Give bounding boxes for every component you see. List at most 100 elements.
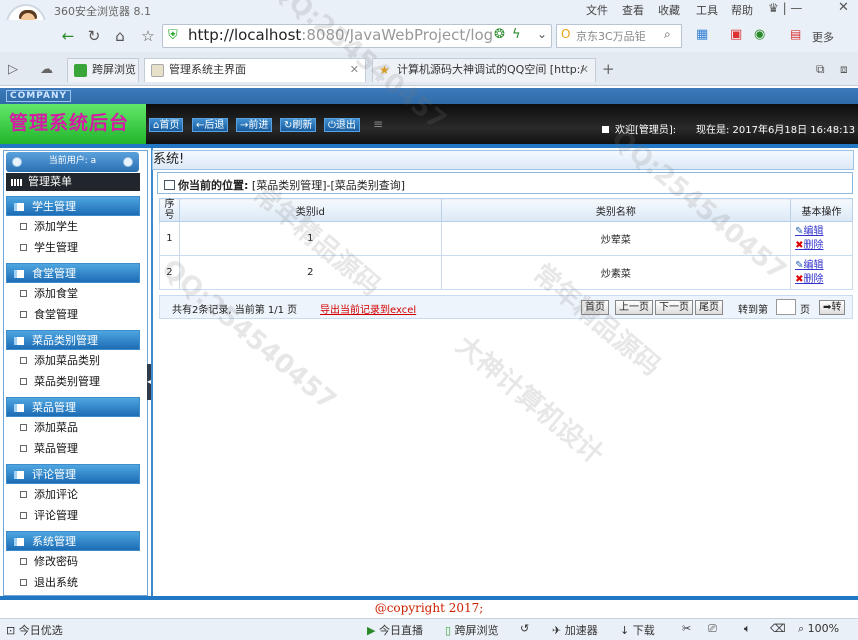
url-dropdown-icon[interactable]: ⌄ [537,27,547,41]
home-icon[interactable]: ⌂ [110,26,130,46]
search-icon[interactable]: ⌕ [664,27,671,42]
cell-ops: ✎编辑 ✖删除 [790,255,853,290]
lightning-icon[interactable]: ϟ [512,27,521,42]
col-header-name: 类别名称 [440,198,792,222]
next-page-button[interactable]: 下一页 [655,300,693,315]
menu-item[interactable]: 添加菜品类别 [7,350,139,371]
browser-statusbar [0,618,858,640]
status-recommend[interactable]: ⊡ 今日优选 [6,622,63,638]
status-refresh-icon[interactable]: ↺ [520,622,529,635]
status-cut-icon[interactable]: ✂ [682,622,691,635]
menu-group-2[interactable]: 菜品类别管理 [6,330,140,350]
col-header-no: 序号 [159,198,180,222]
search-input[interactable]: 京东3C万品钜 [576,28,646,44]
close-tab-icon[interactable]: ✕ [580,59,589,81]
tab-qq-space[interactable]: ★ 计算机源码大神调试的QQ空间 [http:/✕ [372,58,596,82]
more-label[interactable]: 更多 [812,29,834,45]
back-button[interactable]: ←后退 [192,118,229,132]
edit-link[interactable]: ✎编辑 [795,259,852,273]
menu-help[interactable]: 帮助 [731,2,753,18]
tab-menu-icon[interactable]: ⧈ [840,62,848,77]
toolbar-menu-icon[interactable]: ≡ [373,117,383,131]
go-button[interactable]: ➡转 [819,300,846,315]
prev-page-button[interactable]: 上一页 [615,300,653,315]
status-sound-icon[interactable]: 🔈︎ [744,622,751,636]
home-button[interactable]: ⌂首页 [149,118,184,132]
menu-item[interactable]: 评论管理 [7,505,139,526]
bullet-icon [20,357,27,364]
menu-view[interactable]: 查看 [622,2,644,18]
menu-tools[interactable]: 工具 [696,2,718,18]
cell-ops: ✎编辑 ✖删除 [790,221,853,256]
menu-file[interactable]: 文件 [586,2,608,18]
close-tab-icon[interactable]: ✕ [350,59,359,81]
cloud-icon[interactable]: ☁ [40,62,53,77]
company-bar [0,88,858,104]
skin-icon[interactable]: ♛ | — [768,1,802,15]
search-engine-icon[interactable]: O [561,27,570,41]
menu-item[interactable]: 菜品管理 [7,438,139,459]
status-zoom[interactable]: ⌕ 100% [798,622,839,636]
shield-plugin-icon[interactable]: ◉ [754,27,765,42]
bullet-icon [20,512,27,519]
menu-item[interactable]: 添加学生 [7,216,139,237]
cell-id: 1 [178,221,442,256]
company-logo: COMPANY [6,90,71,102]
new-tab-icon[interactable]: + [602,60,615,78]
last-page-button[interactable]: 尾页 [695,300,723,315]
bullet-icon [20,424,27,431]
menu-group-1[interactable]: 食堂管理 [6,263,140,283]
status-accelerator[interactable]: ✈ 加速器 [552,622,598,638]
secure-shield-icon: ⛨ [168,28,178,43]
first-page-button[interactable]: 首页 [581,300,609,315]
table-row: 2 2 炒素菜 ✎编辑 ✖删除 [159,255,853,290]
status-live[interactable]: ▶ 今日直播 [367,622,423,638]
close-window-icon[interactable]: ✕ [838,0,849,15]
menu-item[interactable]: 修改密码 [7,551,139,572]
translate-icon[interactable]: ▤ [790,27,801,41]
jump-unit: 页 [800,305,810,316]
compat-mode-icon[interactable]: ❂ [494,27,505,42]
status-download[interactable]: ↓ 下载 [620,622,655,638]
restore-tab-icon[interactable]: ⧉ [816,62,825,77]
menu-item[interactable]: 学生管理 [7,237,139,258]
tab-cross-screen[interactable]: 跨屏浏览 [67,58,139,82]
folder-icon [14,203,24,211]
jump-page-input[interactable] [776,299,796,315]
bullet-icon [20,558,27,565]
menu-item[interactable]: 添加评论 [7,484,139,505]
menu-group-4[interactable]: 评论管理 [6,464,140,484]
menu-item[interactable]: 添加菜品 [7,417,139,438]
edit-link[interactable]: ✎编辑 [795,225,852,239]
folder-icon [14,404,24,412]
cell-id: 2 [178,255,442,290]
bookmark-star-icon[interactable]: ☆ [138,26,158,46]
tab-admin-main[interactable]: 管理系统主界面 ✕ [144,58,366,82]
menu-group-3[interactable]: 菜品管理 [6,397,140,417]
star-icon: ★ [379,63,390,77]
delete-link[interactable]: ✖删除 [795,273,852,287]
url-text[interactable]: http://localhost:8080/JavaWebProject/log… [188,26,493,44]
extension-icon[interactable]: ▣ [730,27,742,42]
menu-item[interactable]: 菜品类别管理 [7,371,139,392]
status-screenshot-icon[interactable]: ⎚ [708,622,717,636]
menu-group-5[interactable]: 系统管理 [6,531,140,551]
status-clear-icon[interactable]: ⌫ [770,622,786,635]
forward-button[interactable]: →前进 [236,118,273,132]
refresh-button[interactable]: ↻刷新 [280,118,317,132]
sidebar-toggle-icon[interactable]: ▷ [8,62,18,77]
menu-favorites[interactable]: 收藏 [658,2,680,18]
menu-group-0[interactable]: 学生管理 [6,196,140,216]
menu-item[interactable]: 退出系统 [7,572,139,593]
export-excel-link[interactable]: 导出当前记录到excel [320,301,416,316]
folder-icon [14,538,24,546]
status-cross-screen[interactable]: ▯ 跨屏浏览 [445,622,499,638]
back-icon[interactable]: ← [58,26,78,46]
table-row: 1 1 炒荤菜 ✎编辑 ✖删除 [159,221,853,256]
reload-icon[interactable]: ↻ [84,26,104,46]
menu-item[interactable]: 添加食堂 [7,283,139,304]
apps-grid-icon[interactable]: ▦ [696,27,708,42]
logout-button[interactable]: ⏻退出 [324,118,360,132]
menu-item[interactable]: 食堂管理 [7,304,139,325]
delete-link[interactable]: ✖删除 [795,239,852,253]
